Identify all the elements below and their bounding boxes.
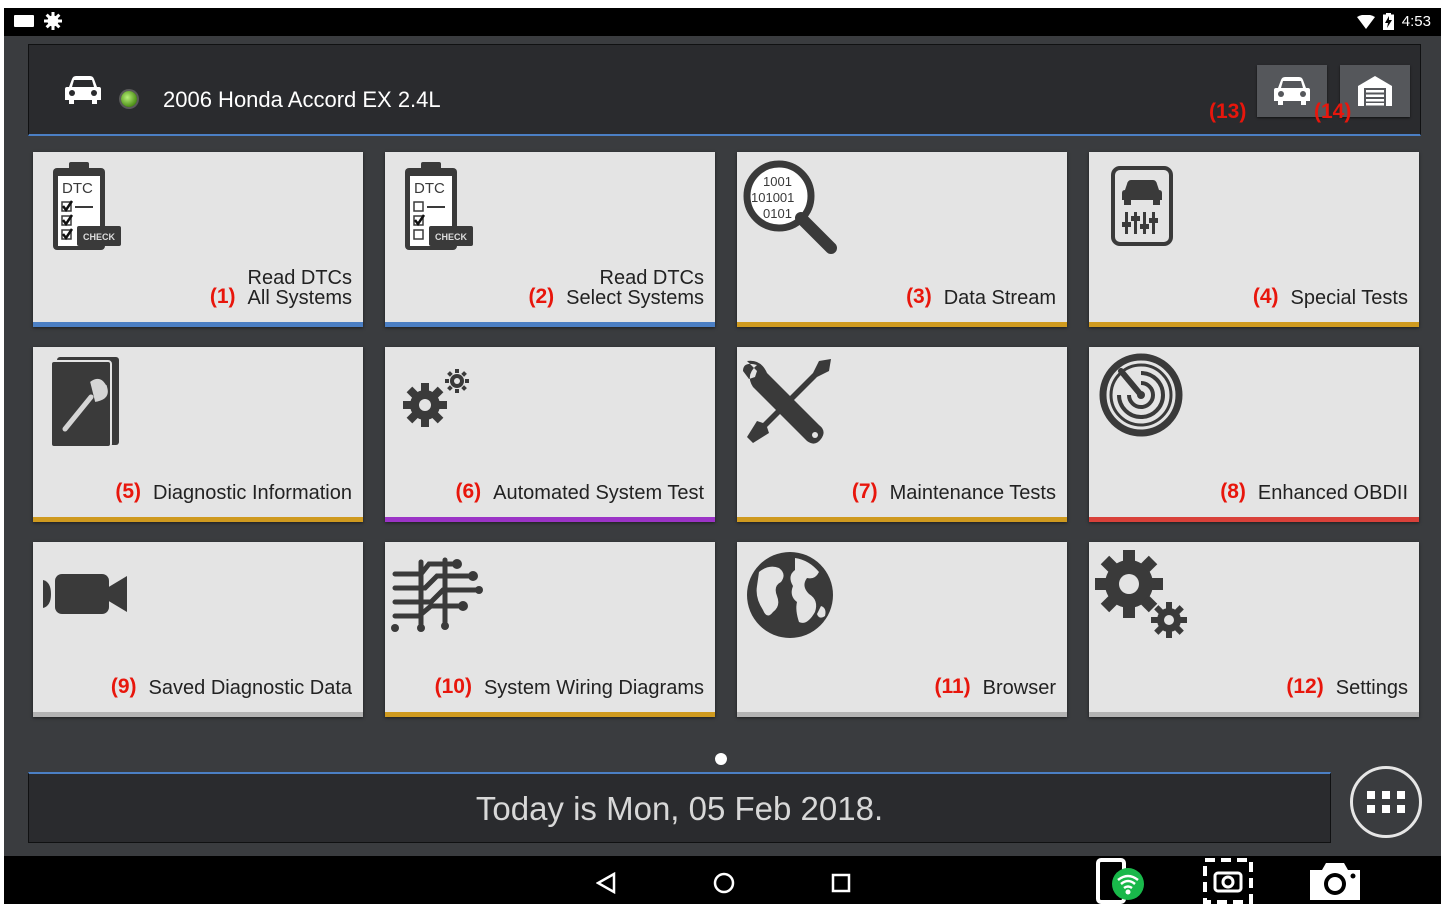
tile-number: (1) xyxy=(209,285,236,308)
tile-label: (12) Settings xyxy=(1286,675,1408,699)
back-icon[interactable] xyxy=(596,872,616,894)
grid-icon xyxy=(1367,791,1405,813)
garage-icon xyxy=(1358,76,1392,106)
date-bar: Today is Mon, 05 Feb 2018. xyxy=(28,772,1331,843)
tile-text: Read DTCs Select Systems xyxy=(566,268,704,308)
tile-settings[interactable]: (12) Settings xyxy=(1089,542,1419,717)
tile-label: (2) Read DTCs Select Systems xyxy=(529,268,705,308)
vehicle-title: 2006 Honda Accord EX 2.4L xyxy=(163,87,441,112)
svg-text:CHECK: CHECK xyxy=(435,232,468,242)
wifi-icon xyxy=(1356,14,1375,29)
svg-text:DTC: DTC xyxy=(62,180,93,197)
tile-label: (4) Special Tests xyxy=(1252,285,1408,309)
tablet-screen: 4:53 2006 Honda Accord EX 2.4L (13) (14)… xyxy=(4,8,1441,904)
svg-text:0101: 0101 xyxy=(763,206,792,221)
binary-magnifier-icon: 10011010010101 xyxy=(743,160,837,254)
clock: 4:53 xyxy=(1401,13,1431,30)
dtc-clipboard-icon: DTC CHECK xyxy=(53,162,121,250)
tile-text: Maintenance Tests xyxy=(889,482,1056,504)
vehicle-button-callout: (13) xyxy=(1209,100,1247,123)
page-indicator xyxy=(715,753,727,765)
tile-number: (12) xyxy=(1286,675,1324,698)
tile-enhanced-obdii[interactable]: (8) Enhanced OBDII xyxy=(1089,347,1419,522)
tile-number: (8) xyxy=(1220,480,1246,503)
settings-gears-icon xyxy=(1095,550,1187,638)
tile-saved-diagnostic-data[interactable]: (9) Saved Diagnostic Data xyxy=(33,542,363,717)
tile-maintenance-tests[interactable]: (7) Maintenance Tests xyxy=(737,347,1067,522)
tile-label: (1) Read DTCs All Systems xyxy=(210,268,352,308)
tile-number: (5) xyxy=(115,480,142,503)
gears-icon xyxy=(403,369,469,427)
tile-text-line2: Select Systems xyxy=(566,287,704,309)
tile-data-stream[interactable]: 1001 101001 0101 (3) Data Stream xyxy=(737,152,1067,327)
wrench-book-icon xyxy=(51,357,119,447)
vehicle-bar: 2006 Honda Accord EX 2.4L (13) (14) xyxy=(28,44,1421,136)
tile-label: (10) System Wiring Diagrams xyxy=(434,675,704,699)
tile-label: (7) Maintenance Tests xyxy=(851,480,1056,504)
svg-text:101001: 101001 xyxy=(751,190,794,205)
status-bar: 4:53 xyxy=(4,8,1441,36)
tile-text: Settings xyxy=(1335,677,1408,699)
tile-system-wiring-diagrams[interactable]: (10) System Wiring Diagrams xyxy=(385,542,715,717)
vci-status-led xyxy=(121,91,137,107)
car-icon xyxy=(1274,77,1310,105)
gear-notification-icon xyxy=(44,12,62,30)
tile-label: (6) Automated System Test xyxy=(455,480,704,504)
tile-text: Read DTCs All Systems xyxy=(248,268,352,308)
tile-text-line2: All Systems xyxy=(247,287,352,309)
tile-read-dtcs-select-systems[interactable]: DTC CHECK (2) Read DTCs Select Systems xyxy=(385,152,715,327)
dtc-clipboard-icon: DTC CHECK xyxy=(405,162,473,250)
tile-label: (5) Diagnostic Information xyxy=(115,480,352,504)
tile-label: (9) Saved Diagnostic Data xyxy=(110,675,352,699)
wrench-screwdriver-icon xyxy=(743,359,831,444)
tile-read-dtcs-all-systems[interactable]: DTC CHECK (1) Read DTCs All Systems xyxy=(33,152,363,327)
tile-number: (4) xyxy=(1252,285,1279,308)
app-drawer-button[interactable] xyxy=(1350,766,1422,838)
battery-charging-icon xyxy=(1382,13,1394,30)
car-sliders-icon xyxy=(1111,166,1173,246)
garage-button-callout: (14) xyxy=(1314,100,1352,123)
svg-text:CHECK: CHECK xyxy=(83,232,116,242)
tile-text: Browser xyxy=(982,677,1056,699)
svg-text:DTC: DTC xyxy=(414,180,445,197)
wiring-icon xyxy=(391,557,483,632)
tile-label: (3) Data Stream xyxy=(906,285,1056,309)
globe-icon xyxy=(747,552,833,638)
tile-text: Saved Diagnostic Data xyxy=(148,677,352,699)
tile-text: Data Stream xyxy=(943,287,1056,309)
tile-number: (10) xyxy=(434,675,472,698)
recents-icon[interactable] xyxy=(831,873,851,893)
tile-number: (9) xyxy=(110,675,137,698)
tile-special-tests[interactable]: (4) Special Tests xyxy=(1089,152,1419,327)
date-text: Today is Mon, 05 Feb 2018. xyxy=(475,790,884,827)
tile-text: Special Tests xyxy=(1290,287,1408,309)
video-camera-icon xyxy=(43,574,127,614)
svg-text:1001: 1001 xyxy=(763,174,792,189)
tile-text: Automated System Test xyxy=(493,482,704,504)
tile-text: Diagnostic Information xyxy=(153,482,352,504)
home-icon[interactable] xyxy=(713,872,735,894)
car-icon xyxy=(65,76,101,104)
tile-label: (8) Enhanced OBDII xyxy=(1220,480,1408,504)
tile-number: (7) xyxy=(851,480,878,503)
tile-label: (11) Browser xyxy=(934,675,1056,699)
tile-number: (3) xyxy=(906,285,932,308)
tile-text-line1: Read DTCs xyxy=(247,267,352,289)
tile-automated-system-test[interactable]: (6) Automated System Test xyxy=(385,347,715,522)
tile-diagnostic-information[interactable]: (5) Diagnostic Information xyxy=(33,347,363,522)
radar-icon xyxy=(1099,353,1183,437)
tile-browser[interactable]: (11) Browser xyxy=(737,542,1067,717)
tile-text: Enhanced OBDII xyxy=(1257,482,1408,504)
vci-wifi-icon[interactable] xyxy=(1094,858,1150,904)
navigation-bar xyxy=(4,856,1441,904)
tile-number: (6) xyxy=(455,480,482,503)
camera-icon[interactable] xyxy=(1308,860,1362,902)
tile-text-line1: Read DTCs xyxy=(599,267,704,289)
tile-number: (2) xyxy=(528,285,555,308)
message-icon xyxy=(14,15,34,27)
screen-capture-icon[interactable] xyxy=(1203,858,1253,904)
tile-number: (11) xyxy=(934,675,971,698)
tile-text: System Wiring Diagrams xyxy=(483,677,704,699)
